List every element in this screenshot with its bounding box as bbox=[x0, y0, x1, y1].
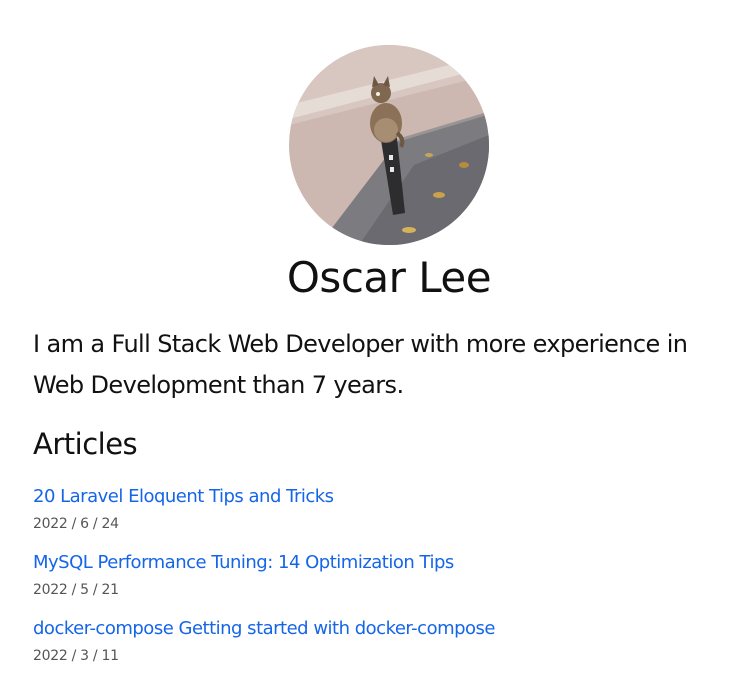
profile-bio: I am a Full Stack Web Developer with mor… bbox=[33, 330, 688, 399]
article-item: MySQL Performance Tuning: 14 Optimizatio… bbox=[33, 551, 454, 600]
article-date: 2022 / 3 / 11 bbox=[33, 648, 119, 664]
article-date: 2022 / 6 / 24 bbox=[33, 516, 119, 532]
profile-name: Oscar Lee bbox=[286, 253, 492, 302]
article-item: 20 Laravel Eloquent Tips and Tricks 2022… bbox=[33, 485, 334, 534]
articles-heading: Articles bbox=[33, 427, 138, 461]
article-link[interactable]: MySQL Performance Tuning: 14 Optimizatio… bbox=[33, 551, 454, 575]
profile-page: Oscar Lee I am a Full Stack Web Develope… bbox=[0, 0, 744, 687]
article-link[interactable]: 20 Laravel Eloquent Tips and Tricks bbox=[33, 485, 334, 509]
article-link[interactable]: docker-compose Getting started with dock… bbox=[33, 617, 496, 641]
article-item: docker-compose Getting started with dock… bbox=[33, 617, 496, 666]
article-date: 2022 / 5 / 21 bbox=[33, 582, 119, 598]
avatar bbox=[289, 45, 489, 245]
avatar-photo bbox=[289, 45, 489, 245]
